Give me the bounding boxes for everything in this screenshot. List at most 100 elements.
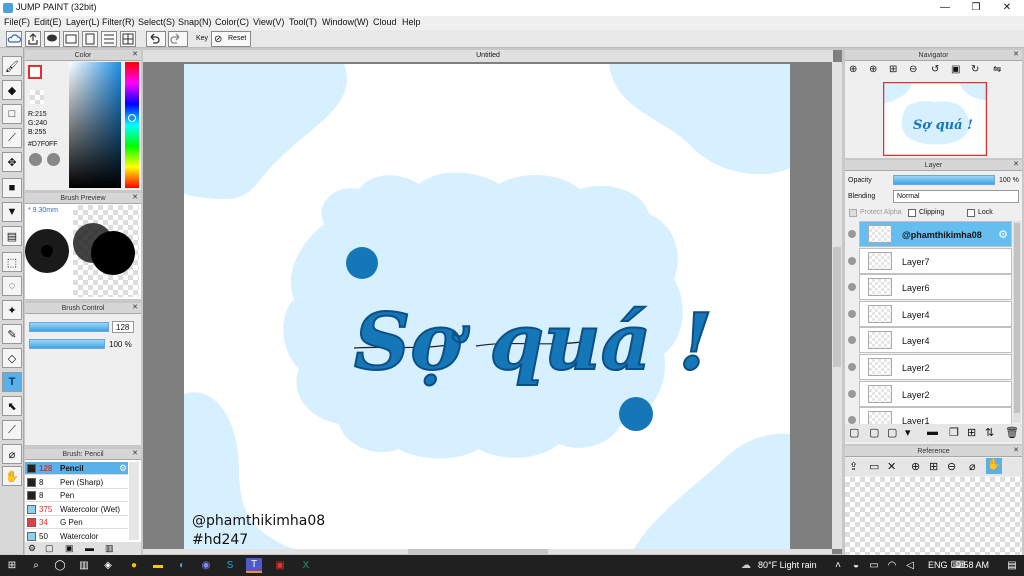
layer-row[interactable]: Layer4 [859,300,1012,327]
layer-row[interactable]: Layer4 [859,327,1012,354]
menu-snap[interactable]: Snap(N) [178,17,212,27]
saturation-value-picker[interactable] [69,62,121,188]
merge-layer-icon[interactable]: ⊞ [967,426,976,439]
reference-canvas[interactable] [845,477,1022,555]
brush-item[interactable]: 375 Watercolor (Wet) [25,503,128,516]
brush-settings-icon[interactable]: ⚙ [119,463,127,474]
layer-visibility-icon[interactable] [848,256,856,265]
close-icon[interactable]: ✕ [1012,161,1020,169]
search-icon[interactable]: ⌕ [28,558,44,573]
layer-opacity-slider[interactable] [893,175,995,185]
new-brush-icon[interactable]: ▢ [45,543,54,554]
close-icon[interactable]: ✕ [131,304,139,312]
page-button[interactable] [82,31,98,47]
grid-button[interactable] [120,31,136,47]
file-explorer-icon[interactable]: ▬ [150,558,166,573]
flip-icon[interactable]: ⇋ [993,64,1001,75]
canvas-vertical-scrollbar[interactable] [832,62,842,549]
windows-start-icon[interactable]: ⊞ [4,558,20,573]
select-eraser-tool[interactable]: ◇ [2,348,22,368]
fit-icon[interactable]: ⊞ [929,460,938,473]
menu-layer[interactable]: Layer(L) [66,17,100,27]
layer-row[interactable]: Layer2 [859,354,1012,380]
cloud-button[interactable] [6,31,22,47]
menu-filter[interactable]: Filter(R) [102,17,135,27]
operation-tool[interactable]: ⬉ [2,396,22,416]
layer-row[interactable]: Layer6 [859,274,1012,301]
layer-visibility-icon[interactable] [848,336,856,345]
layer-visibility-icon[interactable] [848,309,856,318]
edge-icon[interactable]: ◐ [174,558,190,573]
new-layer-1bit-icon[interactable]: ▢ [887,426,897,439]
excel-icon[interactable]: X [298,558,314,573]
move-tool[interactable]: ✥ [2,152,22,172]
layer-settings-icon[interactable]: ⚙ [998,228,1008,241]
brush-item[interactable]: 34 G Pen [25,516,128,529]
brush-size-slider[interactable] [29,322,109,332]
close-icon[interactable]: ✕ [131,51,139,59]
menu-select[interactable]: Select(S) [138,17,175,27]
close-button[interactable]: ✕ [992,1,1022,15]
chrome-icon[interactable]: ● [126,558,142,573]
rotate-left-icon[interactable]: ↺ [931,64,939,75]
rotate-right-icon[interactable]: ↻ [971,64,979,75]
layer-visibility-icon[interactable] [848,230,856,238]
menu-file[interactable]: File(F) [4,17,30,27]
brush-item[interactable]: 8 Pen [25,489,128,502]
menu-help[interactable]: Help [402,17,421,27]
redo-button[interactable] [168,31,188,47]
undo-button[interactable] [146,31,166,47]
menu-window[interactable]: Window(W) [322,17,369,27]
navigator-thumbnail[interactable]: Sợ quá ! [883,82,987,156]
layer-visibility-icon[interactable] [848,416,856,425]
brush-item[interactable]: 128 Pencil [25,462,128,475]
shape-tool[interactable]: □ [2,104,22,124]
close-icon[interactable]: ✕ [131,450,139,458]
open-folder-icon[interactable]: ▭ [869,460,879,473]
clock[interactable]: 9:58 AM [956,560,989,570]
list-button[interactable] [101,31,117,47]
brush-tool[interactable]: 🖌 [2,56,22,76]
zoom-icon[interactable]: ⊕ [849,64,857,75]
lock-checkbox[interactable] [967,209,975,217]
line-tool[interactable]: ⟋ [2,128,22,148]
notification-icon[interactable]: ▤ [1004,558,1020,573]
trash-icon[interactable]: 🗑 [1005,426,1019,439]
tablet-button[interactable] [63,31,79,47]
color-wheel-icon[interactable] [47,153,60,166]
folder-icon[interactable]: ▬ [85,543,94,553]
layer-row[interactable]: @phamthikimha08 ⚙ [859,221,1012,247]
canvas-horizontal-scrollbar[interactable] [143,549,832,554]
teams-icon[interactable]: T [246,558,262,573]
menu-view[interactable]: View(V) [253,17,284,27]
volume-icon[interactable]: ◁ [902,558,918,573]
layer-visibility-icon[interactable] [848,283,856,292]
move-layer-icon[interactable]: ⇅ [985,426,994,439]
brush-list-scrollbar[interactable] [129,462,139,540]
brush-size-value[interactable]: 128 [112,321,134,333]
network-icon[interactable]: ◒ [848,558,864,573]
hand-icon[interactable]: ✋ [986,458,1002,474]
layer-scroll-thumb[interactable] [1014,223,1020,413]
zoom-in-icon[interactable]: ⊕ [869,64,877,75]
close-reference-icon[interactable]: ✕ [887,460,896,473]
artwork-canvas[interactable]: Sợ quá ! @phamthikimha08 #hd247 [184,64,790,549]
palette-icon[interactable] [29,153,42,166]
skype-icon[interactable]: S [222,558,238,573]
weather-text[interactable]: 80°F Light rain [758,560,817,570]
gradient-tool[interactable]: ▤ [2,226,22,246]
hue-slider[interactable] [125,62,139,188]
chevron-up-icon[interactable]: ˄ [830,558,846,573]
document-tab[interactable]: Untitled [143,50,833,62]
close-icon[interactable]: ✕ [1012,447,1020,455]
transparent-color-swatch[interactable] [30,90,44,104]
close-icon[interactable]: ✕ [1012,51,1020,59]
comment-button[interactable] [44,31,60,47]
horizontal-scroll-thumb[interactable] [408,549,548,554]
bucket-tool[interactable]: ▼ [2,202,22,222]
jump-paint-taskbar-icon[interactable]: ▣ [272,558,288,573]
foreground-color-swatch[interactable] [28,65,42,79]
layer-visibility-icon[interactable] [848,363,856,371]
lasso-tool[interactable]: ◌ [2,276,22,296]
copy-brush-icon[interactable]: ▣ [65,543,74,554]
